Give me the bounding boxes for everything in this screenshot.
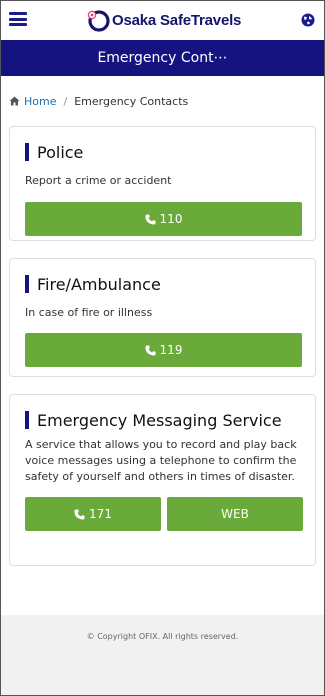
logo-mark-icon: [87, 10, 110, 32]
phone-icon: [74, 508, 85, 520]
brand-text: Osaka SafeTravels: [112, 11, 242, 29]
button-label: 119: [159, 343, 183, 357]
globe-icon[interactable]: [301, 13, 315, 27]
breadcrumb-separator: /: [63, 94, 68, 108]
top-navbar: Osaka SafeTravels: [0, 0, 325, 40]
call-110-button[interactable]: 110: [25, 202, 302, 236]
call-171-button[interactable]: 171: [25, 497, 161, 531]
home-icon: [9, 96, 20, 106]
breadcrumb-current: Emergency Contacts: [74, 94, 189, 108]
web-button[interactable]: WEB: [167, 497, 303, 531]
card-description: Report a crime or accident: [25, 174, 172, 187]
button-label: 110: [159, 212, 183, 226]
site-logo[interactable]: Osaka SafeTravels: [86, 8, 241, 32]
breadcrumb: Home / Emergency Contacts: [9, 76, 316, 126]
breadcrumb-home-link[interactable]: Home: [24, 95, 56, 108]
card-description: In case of fire or illness: [25, 306, 153, 319]
hamburger-menu-icon[interactable]: [9, 12, 27, 26]
page-title: Emergency Cont⋯: [97, 50, 228, 66]
main-content: Home / Emergency Contacts Police Report …: [0, 76, 325, 650]
card-description: A service that allows you to record and …: [25, 438, 297, 483]
copyright-text: © Copyright OFIX. All rights reserved.: [86, 632, 239, 641]
button-label: 171: [89, 507, 112, 521]
card-title: Fire/Ambulance: [25, 273, 302, 295]
phone-icon: [145, 344, 156, 356]
button-label: WEB: [221, 507, 249, 521]
call-119-button[interactable]: 119: [25, 333, 302, 367]
police-card: Police Report a crime or accident 110: [9, 126, 316, 241]
phone-icon: [145, 213, 156, 225]
footer: © Copyright OFIX. All rights reserved.: [0, 615, 325, 696]
card-title: Police: [25, 141, 302, 163]
fire-ambulance-card: Fire/Ambulance In case of fire or illnes…: [9, 258, 316, 377]
page-title-bar: Emergency Cont⋯: [0, 40, 325, 76]
card-title: Emergency Messaging Service: [25, 409, 303, 431]
emergency-messaging-card: Emergency Messaging Service A service th…: [9, 394, 316, 566]
button-row: 171 WEB: [25, 497, 303, 531]
